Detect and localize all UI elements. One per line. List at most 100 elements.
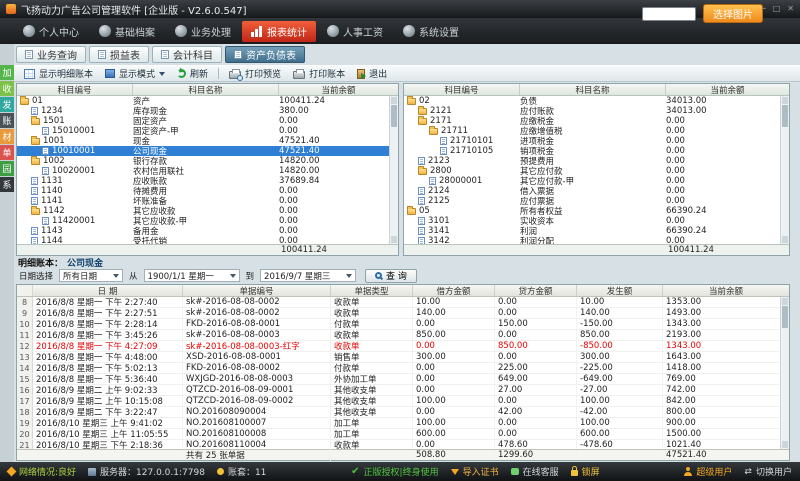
import-icon — [451, 469, 459, 479]
tab[interactable]: 业务查询 — [16, 46, 86, 63]
vertical-scrollbar[interactable] — [389, 96, 398, 244]
online-service[interactable]: 在线客服 — [511, 465, 559, 478]
side-strip-tile[interactable]: 加 — [0, 65, 14, 80]
maximize-button[interactable]: □ — [773, 4, 781, 14]
tab[interactable]: 会计科目 — [152, 46, 222, 63]
grid-row[interactable]: 182016/8/9 星期二 下午 3:22:47NO.201608090004… — [17, 407, 789, 418]
side-strip-tile[interactable]: 系 — [0, 177, 14, 192]
debit-cell: 100.00 — [413, 396, 495, 406]
folder-icon — [31, 138, 40, 145]
doc-type-cell: 收款单 — [331, 297, 413, 307]
balance-cell: 742.00 — [663, 385, 789, 395]
debit-cell: 850.00 — [413, 330, 495, 340]
account-code-cell: 3101 — [404, 216, 520, 226]
grid-row[interactable]: 152016/8/8 星期一 下午 5:36:40WXJGD-2016-08-0… — [17, 374, 789, 385]
ribbon-item[interactable]: 人事工资 — [318, 21, 392, 42]
scroll-thumb[interactable] — [782, 105, 788, 127]
toolbar-button[interactable]: 退出 — [351, 66, 393, 81]
ribbon-item[interactable]: 系统设置 — [394, 21, 468, 42]
tab[interactable]: 资产负债表 — [225, 46, 305, 63]
ribbon-item[interactable]: 个人中心 — [14, 21, 88, 42]
account-balance-cell: 100411.24 — [279, 96, 398, 106]
lock-screen[interactable]: 锁屏 — [571, 465, 600, 478]
account-balance-cell: 34013.00 — [666, 96, 789, 106]
account-balance-cell: 0.00 — [279, 216, 398, 226]
printer-icon — [293, 71, 305, 79]
balance-cell: 1021.40 — [663, 440, 789, 449]
print-preview-icon — [229, 71, 241, 79]
ribbon-item-label: 报表统计 — [267, 24, 307, 39]
grid-row[interactable]: 132016/8/8 星期一 下午 4:48:00XSD-2016-08-08-… — [17, 352, 789, 363]
date-mode-select[interactable]: 所有日期 — [59, 269, 123, 282]
account-code-cell: 21710101 — [404, 136, 520, 146]
toolbar-button[interactable]: 打印账本 — [287, 66, 351, 81]
ribbon-item[interactable]: 报表统计 — [242, 21, 316, 42]
scroll-up-arrow[interactable] — [391, 97, 397, 104]
grid-row[interactable]: 212016/8/10 星期三 下午 2:18:36NO.20160811000… — [17, 440, 789, 449]
grid-row[interactable]: 112016/8/8 星期一 下午 3:45:26sk#-2016-08-08-… — [17, 330, 789, 341]
toolbar-button[interactable]: 显示模式 — [99, 66, 171, 81]
scroll-up-arrow[interactable] — [782, 298, 788, 305]
credit-cell: 225.00 — [495, 363, 577, 373]
side-strip-tile[interactable]: 收 — [0, 81, 14, 96]
scroll-up-arrow[interactable] — [782, 97, 788, 104]
side-strip-tile[interactable]: 材 — [0, 129, 14, 144]
vertical-scrollbar[interactable] — [780, 96, 789, 244]
grid-body: 82016/8/8 星期一 下午 2:27:40sk#-2016-08-08-0… — [17, 297, 789, 449]
date-from-select[interactable]: 1900/1/1 星期一 — [144, 269, 240, 282]
credit-cell: 478.60 — [495, 440, 577, 449]
grid-row[interactable]: 142016/8/8 星期一 下午 5:02:13FKD-2016-08-08-… — [17, 363, 789, 374]
switch-user[interactable]: 切换用户 — [744, 465, 792, 478]
grid-row[interactable]: 122016/8/8 星期一 下午 4:27:09sk#-2016-08-08-… — [17, 341, 789, 352]
change-cell: 600.00 — [577, 429, 663, 439]
grid-row[interactable]: 102016/8/8 星期一 下午 2:28:14FKD-2016-08-08-… — [17, 319, 789, 330]
row-number-cell: 8 — [17, 297, 33, 307]
debit-cell: 0.00 — [413, 385, 495, 395]
row-number-cell: 21 — [17, 440, 33, 449]
change-cell: -478.60 — [577, 440, 663, 449]
toolbar-button[interactable]: 刷新 — [171, 66, 214, 81]
ribbon-item[interactable]: 业务处理 — [166, 21, 240, 42]
account-code-cell: 05 — [404, 206, 520, 216]
account-balance-cell: 0.00 — [666, 156, 789, 166]
toolbar-button[interactable]: 打印预览 — [223, 66, 287, 81]
account-code: 1234 — [41, 106, 63, 116]
date-to-select[interactable]: 2016/9/7 星期三 — [260, 269, 356, 282]
ribbon-items: 个人中心基础档案业务处理 报表统计人事工资系统设置 — [14, 21, 470, 42]
side-strip-tile[interactable]: 园 — [0, 161, 14, 176]
date-cell: 2016/8/10 星期三 上午 11:05:55 — [33, 429, 183, 439]
credit-cell: 0.00 — [495, 429, 577, 439]
import-cert[interactable]: 导入证书 — [451, 465, 499, 479]
side-strip-tile[interactable]: 账 — [0, 113, 14, 128]
query-button[interactable]: 查 询 — [365, 269, 417, 283]
scroll-down-arrow[interactable] — [782, 441, 788, 448]
toolbar-button-label: 显示明细账本 — [39, 67, 93, 80]
scroll-thumb[interactable] — [391, 105, 397, 127]
account-set-label: 账套：11 — [228, 465, 266, 478]
scroll-down-arrow[interactable] — [391, 236, 397, 243]
scroll-down-arrow[interactable] — [782, 236, 788, 243]
tree-row[interactable]: 1144受托代销0.00 — [17, 236, 398, 244]
vertical-scrollbar[interactable] — [780, 297, 789, 449]
side-strip-tile[interactable]: 发 — [0, 97, 14, 112]
tree-row[interactable]: 3142利润分配0.00 — [404, 236, 789, 244]
grid-row[interactable]: 172016/8/9 星期二 上午 10:15:08QTZCD-2016-08-… — [17, 396, 789, 407]
tab[interactable]: 损益表 — [89, 46, 149, 63]
grid-row[interactable]: 192016/8/10 星期三 上午 9:41:02NO.20160810000… — [17, 418, 789, 429]
toolbar-button[interactable]: 显示明细账本 — [18, 66, 99, 81]
scroll-thumb[interactable] — [782, 306, 788, 328]
select-image-button[interactable]: 选择图片 — [703, 4, 763, 23]
grid-row[interactable]: 92016/8/8 星期一 下午 2:27:51sk#-2016-08-08-0… — [17, 308, 789, 319]
side-strip-tile[interactable]: 单 — [0, 145, 14, 160]
ribbon-item[interactable]: 基础档案 — [90, 21, 164, 42]
account-code: 10010001 — [52, 146, 95, 156]
column-header-credit: 贷方金额 — [495, 285, 577, 296]
grid-row[interactable]: 82016/8/8 星期一 下午 2:27:40sk#-2016-08-08-0… — [17, 297, 789, 308]
close-button[interactable]: ✕ — [787, 4, 794, 14]
grid-row[interactable]: 162016/8/9 星期二 上午 9:02:33QTZCD-2016-08-0… — [17, 385, 789, 396]
account-balance-cell: 14820.00 — [279, 166, 398, 176]
row-number-cell: 10 — [17, 319, 33, 329]
grid-row[interactable]: 202016/8/10 星期三 上午 11:05:55NO.2016081000… — [17, 429, 789, 440]
toolbar-separator — [218, 68, 219, 79]
search-input[interactable] — [642, 7, 696, 21]
